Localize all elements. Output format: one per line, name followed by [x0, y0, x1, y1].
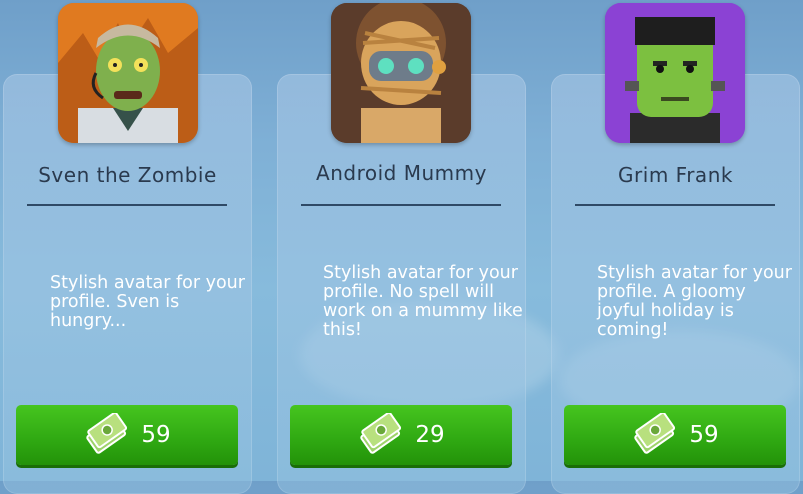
item-name: Sven the Zombie: [38, 163, 217, 187]
buy-button-frank[interactable]: 59: [564, 405, 786, 465]
cash-icon: [360, 413, 402, 454]
item-description: Stylish avatar for your profile. No spel…: [323, 263, 523, 340]
divider: [27, 204, 227, 206]
item-description: Stylish avatar for your profile. Sven is…: [50, 273, 245, 331]
price-label: 59: [141, 422, 171, 448]
item-name: Grim Frank: [618, 163, 733, 187]
cash-icon: [86, 413, 128, 454]
price-label: 59: [689, 422, 719, 448]
cash-icon: [634, 413, 676, 454]
item-name: Android Mummy: [316, 161, 487, 185]
mummy-avatar-icon: [331, 3, 471, 143]
buy-button-mummy[interactable]: 29: [290, 405, 512, 465]
divider: [301, 204, 501, 206]
buy-button-sven[interactable]: 59: [16, 405, 238, 465]
frankenstein-avatar-icon: [605, 3, 745, 143]
zombie-avatar-icon: [58, 3, 198, 143]
divider: [575, 204, 775, 206]
item-description: Stylish avatar for your profile. A gloom…: [597, 263, 792, 340]
price-label: 29: [415, 422, 445, 448]
